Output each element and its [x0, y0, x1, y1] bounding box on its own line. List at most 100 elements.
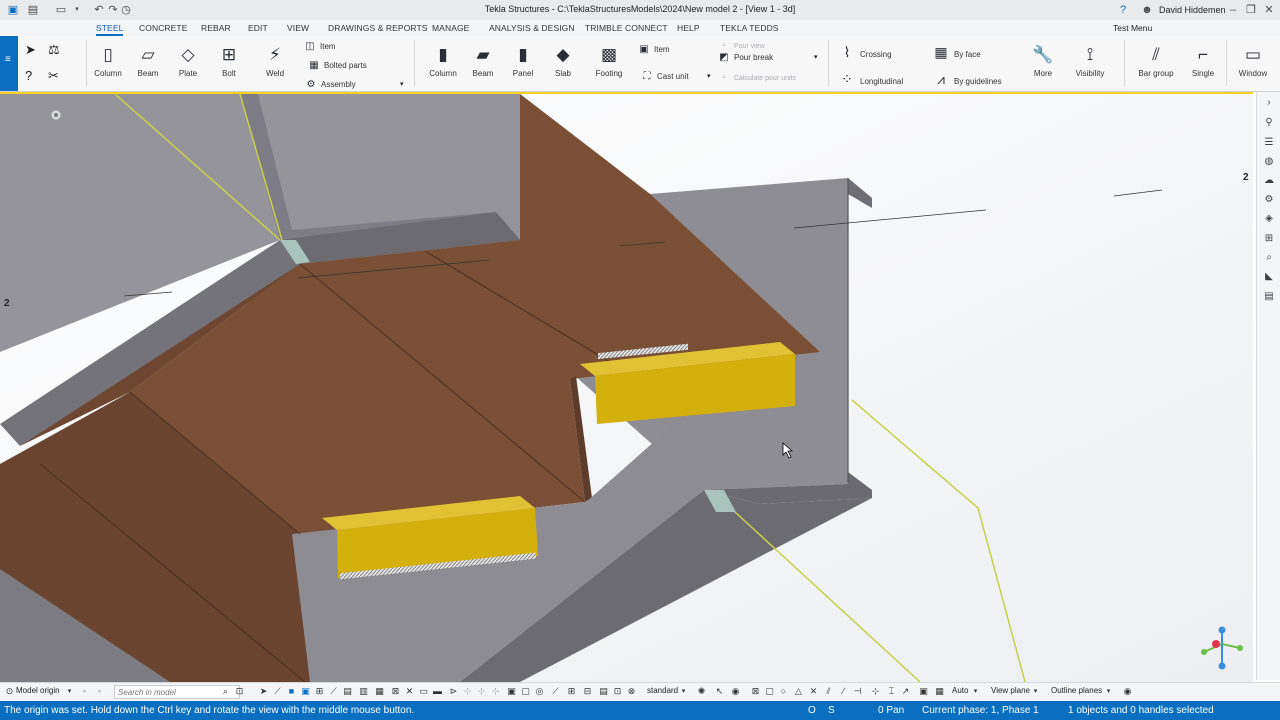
snap-icon[interactable]: ⊠ — [750, 686, 761, 697]
snap-icon[interactable]: △ — [793, 686, 804, 697]
snap-icon[interactable]: ▣ — [918, 686, 929, 697]
document-icon[interactable]: ▤ — [1262, 290, 1276, 304]
tab-drawings-reports[interactable]: DRAWINGS & REPORTS — [328, 23, 428, 33]
chevron-down-icon[interactable]: ▾ — [1103, 686, 1114, 697]
bar-group-button[interactable]: ⫽ Bar group — [1134, 44, 1178, 78]
user-avatar-icon[interactable]: ☻ — [1140, 3, 1154, 17]
snap-switch-icon[interactable]: ⟋ — [550, 686, 561, 697]
cast-unit-button[interactable]: ⛶ Cast unit — [641, 71, 689, 82]
chevron-down-icon[interactable]: ▾ — [1030, 686, 1041, 697]
chevron-down-icon[interactable]: ▾ — [814, 53, 818, 61]
bolted-parts-button[interactable]: ▦ Bolted parts — [308, 60, 366, 71]
select-switch-icon[interactable]: ➤ — [258, 686, 269, 697]
snap-switch-icon[interactable]: ⊗ — [626, 686, 637, 697]
steel-column-button[interactable]: ▯ Column — [92, 44, 124, 78]
calculate-pour-units-button[interactable]: ▫ Calculate pour units — [718, 72, 796, 83]
pour-view-button[interactable]: ▫ Pour view — [718, 40, 765, 51]
model-viewport[interactable]: 2 2 — [0, 92, 1253, 682]
steel-beam-button[interactable]: ▱ Beam — [132, 44, 164, 78]
auto-dropdown[interactable]: Auto — [952, 686, 968, 695]
tab-manage[interactable]: MANAGE — [432, 23, 469, 33]
steel-weld-button[interactable]: ⚡ Weld — [259, 44, 291, 78]
select-switch-icon[interactable]: ✕ — [404, 686, 415, 697]
snap-icon[interactable]: ▢ — [764, 686, 775, 697]
hamburger-icon[interactable]: ≡ — [5, 54, 11, 65]
sun-icon[interactable]: ✺ — [696, 686, 707, 697]
quick-access-strip[interactable]: ≡ — [0, 36, 18, 91]
steel-bolt-button[interactable]: ⊞ Bolt — [213, 44, 245, 78]
concrete-item-button[interactable]: ▣ Item — [638, 44, 669, 55]
measure-tool-icon[interactable]: ✂ — [48, 68, 59, 84]
grid-toggle-icon[interactable]: ▪ — [79, 686, 90, 697]
zoom-search-icon[interactable]: ⊡ — [234, 686, 245, 697]
globe-icon[interactable]: ◍ — [1262, 155, 1276, 169]
snap-icon[interactable]: ⊣ — [852, 686, 863, 697]
snap-switch-icon[interactable]: ◎ — [534, 686, 545, 697]
snap-icon[interactable]: ↗ — [900, 686, 911, 697]
single-bar-button[interactable]: ⌐ Single — [1186, 44, 1220, 78]
snap-switch-icon[interactable]: ⊡ — [612, 686, 623, 697]
chevron-down-icon[interactable]: ▾ — [64, 686, 75, 697]
tab-help[interactable]: HELP — [677, 23, 700, 33]
outline-planes-dropdown[interactable]: Outline planes — [1051, 686, 1102, 695]
select-switch-icon[interactable]: ▥ — [358, 686, 369, 697]
minimize-icon[interactable]: – — [1226, 3, 1240, 17]
select-switch-icon[interactable]: ▬ — [432, 686, 443, 697]
snap-icon[interactable]: ✕ — [808, 686, 819, 697]
concrete-panel-button[interactable]: ▮ Panel — [506, 44, 540, 78]
user-name[interactable]: David Hiddemen — [1159, 5, 1226, 15]
select-switch-icon[interactable]: ⟋ — [328, 686, 339, 697]
select-switch-icon[interactable]: ▣ — [300, 686, 311, 697]
select-switch-icon[interactable]: ⊠ — [390, 686, 401, 697]
maximize-icon[interactable]: ❐ — [1244, 3, 1258, 17]
concrete-footing-button[interactable]: ▩ Footing — [592, 44, 626, 78]
select-pointer-icon[interactable]: ➤ — [25, 42, 36, 58]
view-plane-dropdown[interactable]: View plane — [991, 686, 1030, 695]
assembly-button[interactable]: ⚙ Assembly — [305, 79, 356, 90]
status-current-phase[interactable]: Current phase: 1, Phase 1 — [922, 705, 1039, 716]
tab-trimble-connect[interactable]: TRIMBLE CONNECT — [585, 23, 668, 33]
cube-icon[interactable]: ◈ — [1262, 212, 1276, 226]
chevron-down-icon[interactable]: ▾ — [400, 80, 404, 88]
snap-icon[interactable]: ⫽ — [823, 686, 834, 697]
tab-steel[interactable]: STEEL — [96, 23, 124, 36]
settings-gear-icon[interactable]: ⚙ — [1262, 193, 1276, 207]
snap-switch-icon[interactable]: ▣ — [506, 686, 517, 697]
select-switch-icon[interactable]: ⊹ — [476, 686, 487, 697]
tab-tekla-tedds[interactable]: TEKLA TEDDS — [720, 23, 779, 33]
status-snap[interactable]: S — [828, 705, 835, 716]
snap-icon[interactable]: ▦ — [934, 686, 945, 697]
select-switch-icon[interactable]: ⟋ — [272, 686, 283, 697]
window-button[interactable]: ▭ Window — [1234, 44, 1272, 78]
snap-icon[interactable]: ○ — [778, 686, 789, 697]
by-guidelines-button[interactable]: ⩘ By guidelines — [932, 71, 1002, 88]
hierarchy-icon[interactable]: ⊞ — [1262, 232, 1276, 246]
snap-switch-icon[interactable]: ⊟ — [582, 686, 593, 697]
snap-tool-icon[interactable]: ⚖ — [48, 42, 60, 58]
layers-icon[interactable]: ☰ — [1262, 136, 1276, 150]
visibility-button[interactable]: ⟟ Visibility — [1070, 44, 1110, 78]
tag-icon[interactable]: ◣ — [1262, 270, 1276, 284]
help-icon[interactable]: ? — [1116, 3, 1130, 17]
status-ortho[interactable]: O — [808, 705, 816, 716]
chevron-right-icon[interactable]: › — [1262, 96, 1276, 110]
eye-icon[interactable]: ◉ — [1122, 686, 1133, 697]
select-switch-icon[interactable]: ■ — [286, 686, 297, 697]
snap-switch-icon[interactable]: ▤ — [598, 686, 609, 697]
chevron-down-icon[interactable]: ▾ — [707, 72, 711, 80]
crossing-rebar-button[interactable]: ⌇ Crossing — [838, 44, 892, 61]
standard-dropdown[interactable]: standard — [647, 686, 678, 695]
select-switch-icon[interactable]: ▤ — [342, 686, 353, 697]
select-switch-icon[interactable]: ⊹ — [490, 686, 501, 697]
model-3d-scene[interactable] — [0, 94, 1253, 682]
tab-edit[interactable]: EDIT — [248, 23, 268, 33]
pointer-icon[interactable]: ↖ — [714, 686, 725, 697]
tab-rebar[interactable]: REBAR — [201, 23, 231, 33]
tab-analysis-design[interactable]: ANALYSIS & DESIGN — [489, 23, 575, 33]
steel-item-button[interactable]: ◫ Item — [304, 41, 335, 52]
snap-switch-icon[interactable]: ⊞ — [566, 686, 577, 697]
test-menu[interactable]: Test Menu — [1113, 23, 1152, 33]
properties-icon[interactable]: ⚲ — [1262, 116, 1276, 130]
concrete-column-button[interactable]: ▮ Column — [426, 44, 460, 78]
pour-break-button[interactable]: ◩ Pour break — [718, 52, 773, 63]
